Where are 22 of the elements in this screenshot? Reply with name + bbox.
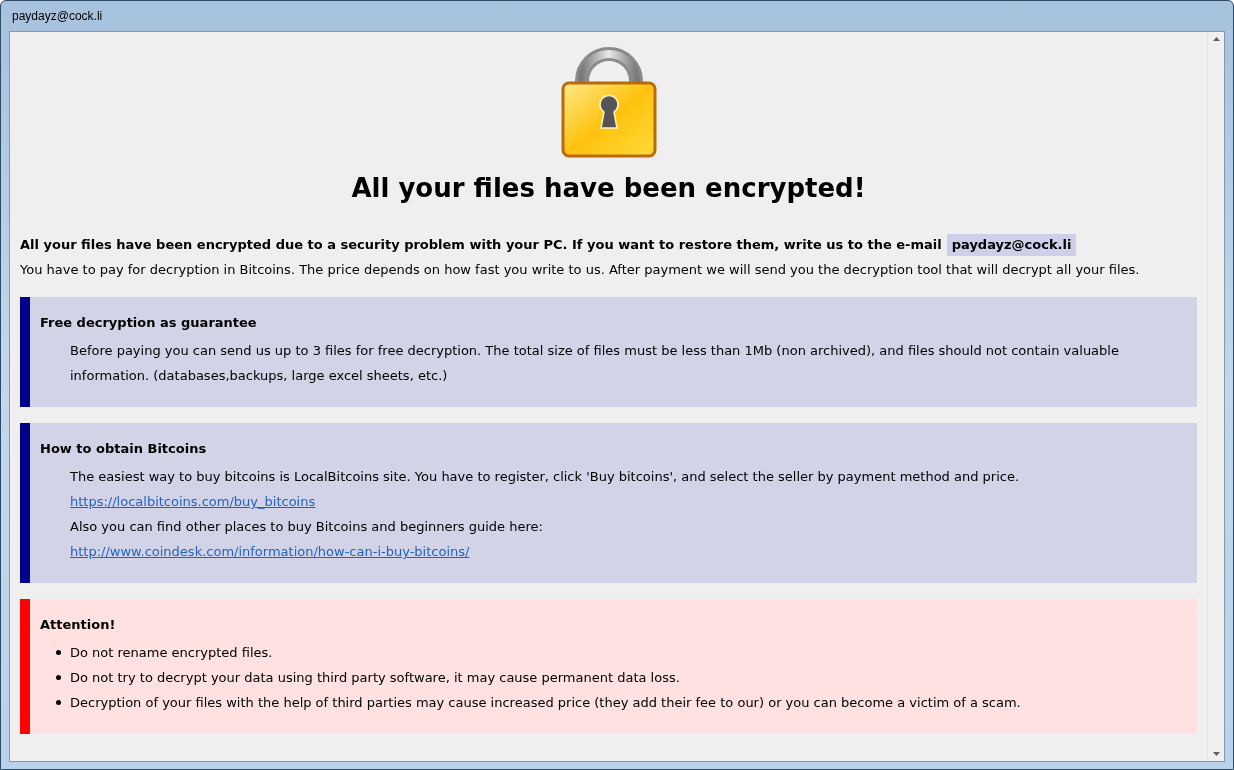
paragraph: Also you can find other places to buy Bitcoins and beginners guide here: [70, 518, 544, 536]
intro-text: You have to pay for decryption in Bitcoins. The price depends on how fast you write to us. After payment we will send you the decryption tool that will decrypt all your files. [20, 261, 1141, 279]
card-title: Free decryption as guarantee [40, 314, 258, 332]
scroll-down-arrow-icon[interactable] [1212, 752, 1220, 756]
paragraph: The easiest way to buy bitcoins is LocalBitcoins site. You have to register, click 'Buy bitcoins', and select the seller by payment method and price. [70, 468, 1021, 486]
paragraph: Before paying you can send us up to 3 files for free decryption. The total size of files must be less than 1Mb (non archived), and files should not contain valuable information. (databases,backups, large excel sheets, etc.) [70, 342, 1120, 385]
bullet-icon [56, 700, 61, 705]
email-address: paydayz@cock.li [946, 233, 1077, 256]
list-item: Do not try to decrypt your data using third party software, it may cause permanent data loss. [70, 669, 680, 687]
heading: All your files have been encrypted! [351, 172, 866, 205]
list-item: Decryption of your files with the help of third parties may cause increased price (they add their fee to our) or you can become a victim of a scam. [70, 694, 1021, 712]
intro-lead: All your files have been encrypted due to a security problem with your PC. If you want to restore them, write us to the e-mail [20, 236, 942, 254]
scroll-up-arrow-icon[interactable] [1212, 37, 1220, 41]
bullet-icon [56, 650, 61, 655]
padlock-icon [559, 46, 658, 160]
card-title: Attention! [40, 616, 117, 634]
bullet-icon [56, 675, 61, 680]
list-item: Do not rename encrypted files. [70, 644, 273, 662]
link[interactable]: https://localbitcoins.com/buy_bitcoins [70, 494, 316, 509]
card-title: How to obtain Bitcoins [40, 440, 208, 458]
window-title: paydayz@cock.li [12, 8, 103, 25]
link[interactable]: http://www.coindesk.com/information/how-can-i-buy-bitcoins/ [70, 544, 470, 559]
